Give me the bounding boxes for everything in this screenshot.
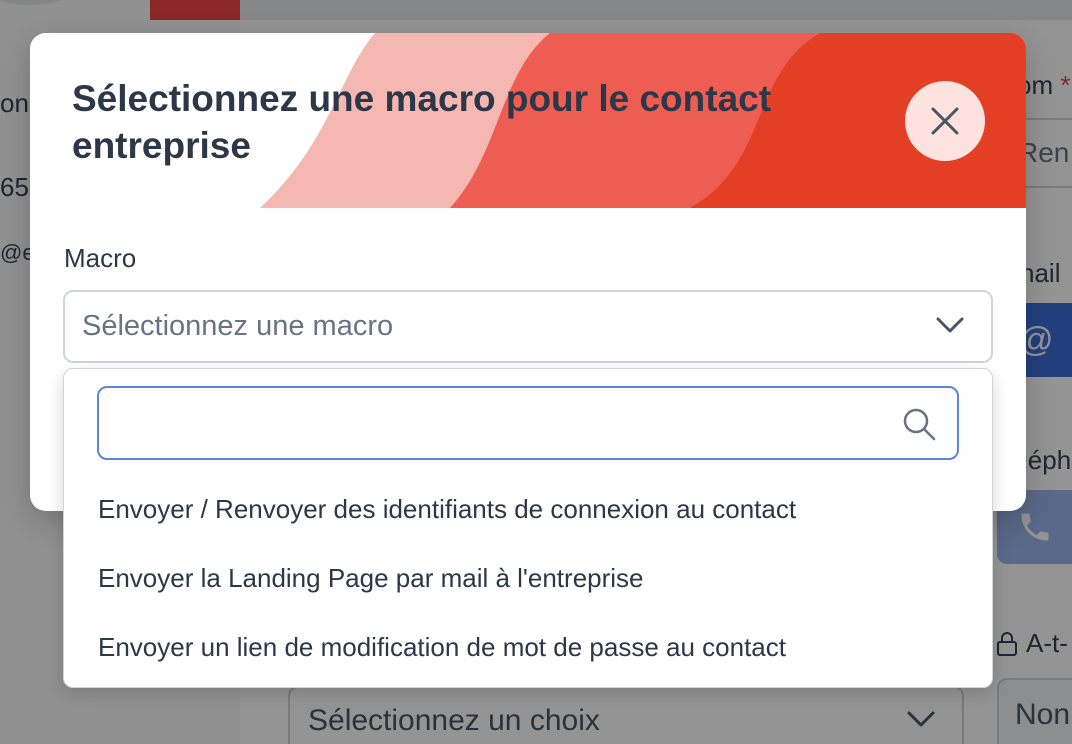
modal-title: Sélectionnez une macro pour le contact e… — [72, 78, 772, 166]
search-icon — [903, 408, 936, 441]
macro-option-send-credentials[interactable]: Envoyer / Renvoyer des identifiants de c… — [98, 494, 796, 525]
close-icon — [931, 107, 959, 135]
close-button[interactable] — [905, 81, 985, 161]
macro-search-box[interactable] — [97, 386, 959, 460]
macro-option-send-landing-page[interactable]: Envoyer la Landing Page par mail à l'ent… — [98, 563, 644, 594]
macro-option-reset-password[interactable]: Envoyer un lien de modification de mot d… — [98, 632, 786, 663]
macro-label: Macro — [64, 243, 137, 273]
macro-dropdown: Envoyer / Renvoyer des identifiants de c… — [63, 368, 993, 688]
macro-select-placeholder: Sélectionnez une macro — [82, 310, 394, 342]
chevron-down-icon — [936, 317, 964, 333]
macro-select[interactable]: Sélectionnez une macro — [63, 290, 993, 363]
modal-header: Sélectionnez une macro pour le contact e… — [30, 33, 1026, 208]
macro-search-input[interactable] — [111, 398, 891, 448]
